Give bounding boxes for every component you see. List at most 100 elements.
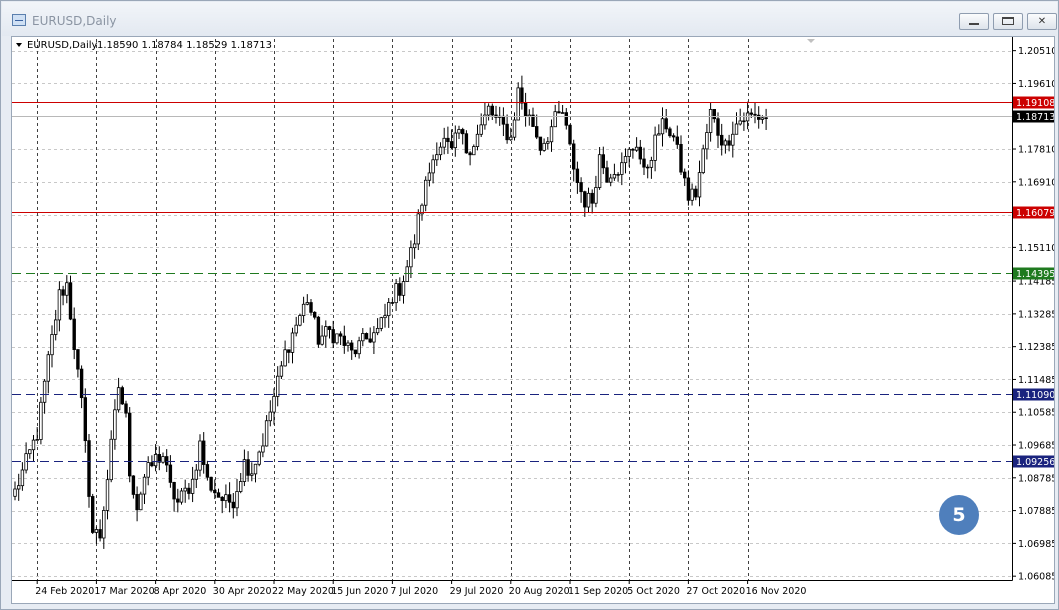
title-bar[interactable]: EURUSD,Daily ✕ xyxy=(2,2,1057,36)
price-tick-label: 1.11485 xyxy=(1018,375,1054,386)
candle-body xyxy=(631,148,635,151)
candle-body xyxy=(449,141,454,149)
candle-body xyxy=(705,132,709,150)
candle-body xyxy=(468,152,472,156)
candle-body xyxy=(486,105,491,116)
time-tick-label: 7 Jul 2020 xyxy=(390,586,438,597)
candle-body xyxy=(731,133,735,146)
candle-body xyxy=(542,142,546,151)
chart-canvas[interactable]: 1.205101.196101.187101.178101.169101.160… xyxy=(12,37,1054,603)
candle-body xyxy=(409,247,413,268)
candle-body xyxy=(361,333,365,342)
candle-body xyxy=(172,481,176,500)
candle-body xyxy=(250,473,254,476)
close-button[interactable]: ✕ xyxy=(1027,13,1057,30)
candle-body xyxy=(301,303,306,316)
candle-body xyxy=(72,318,76,350)
candle-body xyxy=(61,289,65,296)
candle-body xyxy=(560,112,565,114)
candle-body xyxy=(79,368,84,399)
candle-body xyxy=(135,494,139,511)
candle-body xyxy=(183,487,187,492)
candle-body xyxy=(405,266,409,282)
candle-body xyxy=(35,439,39,441)
candle-body xyxy=(453,132,457,149)
price-chart[interactable]: 1.205101.196101.187101.178101.169101.160… xyxy=(11,36,1055,604)
candle-body xyxy=(646,166,650,169)
candle-body xyxy=(683,171,687,179)
candle-body xyxy=(716,118,720,136)
candle-body xyxy=(546,141,550,144)
candle-body xyxy=(224,494,228,502)
candle-body xyxy=(209,476,213,491)
candlestick-series[interactable] xyxy=(13,75,768,549)
candle-body xyxy=(120,387,124,405)
candle-body xyxy=(416,213,420,245)
candle-body xyxy=(764,117,768,120)
candle-body xyxy=(20,469,25,487)
candle-body xyxy=(83,397,87,442)
candle-body xyxy=(446,137,450,143)
candle-body xyxy=(616,174,620,176)
candle-body xyxy=(346,342,350,346)
candle-body xyxy=(620,162,624,175)
level-price-label: 1.14395 xyxy=(1016,269,1054,280)
candle-body xyxy=(109,438,113,481)
candle-body xyxy=(642,158,646,168)
candle-body xyxy=(675,136,679,145)
chart-menu-triangle-icon[interactable] xyxy=(16,43,22,47)
maximize-button[interactable] xyxy=(993,13,1023,30)
price-tick-label: 1.06985 xyxy=(1018,539,1054,550)
candle-body xyxy=(357,340,361,355)
candle-body xyxy=(638,146,642,160)
maximize-icon xyxy=(1002,17,1014,25)
candle-body xyxy=(490,105,494,116)
candle-body xyxy=(168,464,173,483)
candle-body xyxy=(379,317,383,329)
candle-body xyxy=(298,315,302,326)
candle-body xyxy=(520,87,524,104)
candle-body xyxy=(353,349,358,355)
candle-body xyxy=(50,334,54,356)
candle-body xyxy=(383,315,387,319)
candle-body xyxy=(213,489,217,494)
chart-shift-icon[interactable] xyxy=(807,39,815,43)
candle-body xyxy=(738,120,742,125)
candle-body xyxy=(176,498,180,503)
candle-body xyxy=(575,168,580,183)
level-price-label: 1.09256 xyxy=(1016,457,1054,468)
candle-body xyxy=(287,349,291,353)
candle-body xyxy=(412,243,417,249)
price-tick-label: 1.09685 xyxy=(1018,441,1054,452)
minimize-button[interactable] xyxy=(959,13,989,30)
candle-body xyxy=(479,124,483,135)
chart-ohlc-label: 1.18590 1.18784 1.18529 1.18713 xyxy=(97,40,272,51)
candle-body xyxy=(320,335,324,345)
candle-body xyxy=(553,111,557,128)
candle-body xyxy=(708,109,713,133)
candle-body xyxy=(605,167,609,183)
candle-body xyxy=(179,490,184,503)
candle-body xyxy=(238,481,243,492)
candle-body xyxy=(42,380,47,403)
candle-body xyxy=(253,463,258,475)
candle-body xyxy=(612,174,617,179)
candle-body xyxy=(368,338,372,343)
candle-body xyxy=(231,501,235,509)
candle-body xyxy=(98,529,102,539)
candle-body xyxy=(734,123,739,135)
candle-body xyxy=(657,133,661,136)
candle-body xyxy=(557,111,561,114)
candle-body xyxy=(690,188,694,201)
candle-body xyxy=(375,327,380,334)
candle-body xyxy=(46,354,50,382)
candle-body xyxy=(583,191,587,208)
candle-body xyxy=(694,188,698,198)
price-tick-label: 1.17810 xyxy=(1018,145,1054,156)
candle-body xyxy=(431,159,435,174)
candle-body xyxy=(653,134,657,161)
candle-body xyxy=(124,403,128,414)
candle-body xyxy=(102,510,106,539)
candle-body xyxy=(76,349,80,370)
price-tick-label: 1.08785 xyxy=(1018,473,1054,484)
